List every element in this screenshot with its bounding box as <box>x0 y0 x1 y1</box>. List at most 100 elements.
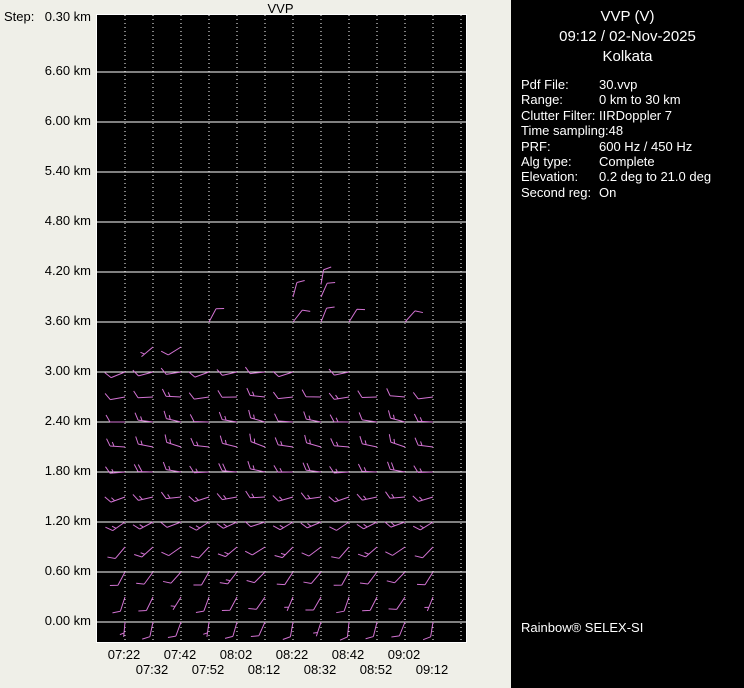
wind-barb <box>133 390 154 399</box>
wind-barb <box>193 571 210 586</box>
wind-barb <box>189 521 210 531</box>
wind-barb <box>414 546 434 559</box>
field-value: 48 <box>608 123 624 139</box>
wind-barb <box>388 434 406 448</box>
wind-barb <box>161 546 182 557</box>
wind-barb <box>276 571 294 586</box>
wind-barb <box>244 366 266 375</box>
wind-barb <box>348 308 366 323</box>
y-axis-tick: 0.60 km <box>44 563 91 578</box>
field-label: PRF: <box>521 138 551 154</box>
wind-barb <box>163 410 182 423</box>
y-axis-tick: 1.80 km <box>44 463 91 478</box>
wind-barb <box>106 438 126 448</box>
wind-barb <box>248 409 266 423</box>
field-label: Range: <box>521 92 563 108</box>
wind-barb <box>414 437 434 448</box>
wind-barb <box>282 621 294 640</box>
y-axis-tick: 6.00 km <box>44 113 91 128</box>
wind-barb <box>272 391 294 400</box>
wind-barb <box>292 279 305 298</box>
wind-barb <box>365 621 378 640</box>
y-axis-tick: 3.00 km <box>44 363 91 378</box>
step-label: Step: <box>4 9 35 24</box>
x-axis-tick: 07:42 <box>163 647 197 662</box>
y-axis-tick: 4.80 km <box>44 213 91 228</box>
panel-footer-brand: Rainbow® SELEX-SI <box>521 620 644 635</box>
wind-barb <box>104 393 126 401</box>
field-value: Complete <box>599 154 655 170</box>
wind-barb <box>328 368 350 376</box>
panel-datetime: 09:12 / 02-Nov-2025 <box>559 28 696 45</box>
y-axis-tick: 2.40 km <box>44 413 91 428</box>
wind-barb <box>164 434 182 448</box>
field-value: IIRDoppler 7 <box>599 107 672 123</box>
wind-barb <box>304 434 322 448</box>
wind-barb <box>412 392 434 400</box>
wind-barb <box>218 411 238 423</box>
wind-barb <box>331 546 350 559</box>
wind-barb <box>386 571 406 584</box>
wind-barb <box>328 496 350 503</box>
wind-barb <box>119 621 126 637</box>
wind-barb <box>329 414 350 423</box>
wind-barb <box>160 346 182 356</box>
field-value: 30.vvp <box>599 77 638 92</box>
field-value: 0 km to 30 km <box>599 92 681 108</box>
wind-barb <box>195 596 210 613</box>
wind-barb <box>134 546 154 558</box>
wind-barb <box>188 495 210 503</box>
panel-fields: Pdf File: 30.vvp Range: 0 km to 30 km Clutte… <box>521 77 744 200</box>
wind-barb <box>386 388 406 398</box>
wind-barb <box>246 387 266 398</box>
wind-barb <box>216 369 238 376</box>
wind-barb <box>359 436 378 448</box>
wind-barb <box>249 433 266 448</box>
wind-barb <box>132 369 154 377</box>
wind-barb <box>274 437 294 448</box>
wind-barb <box>357 546 378 558</box>
wind-barb <box>217 546 238 558</box>
wind-barb <box>273 465 294 473</box>
wind-barb <box>339 621 350 641</box>
wind-barb <box>216 521 238 529</box>
x-axis-tick: 08:32 <box>303 662 337 677</box>
wind-barb <box>105 414 125 423</box>
wind-barb <box>188 392 210 400</box>
wind-barb <box>330 438 350 448</box>
wind-barb <box>358 412 378 423</box>
wind-barb <box>132 494 154 501</box>
x-axis-tick: 07:52 <box>191 662 225 677</box>
wind-barb <box>274 413 294 423</box>
wind-barb <box>190 437 210 448</box>
field-row: Clutter Filter: IIRDoppler 7 <box>521 108 744 123</box>
wind-barb <box>248 596 266 610</box>
wind-barb <box>301 546 322 557</box>
panel-title: VVP (V) <box>600 8 655 25</box>
wind-barb <box>132 521 154 530</box>
wind-barb <box>272 521 294 531</box>
wind-barb <box>336 596 350 614</box>
wind-barb <box>362 596 378 612</box>
wind-barb <box>303 571 322 584</box>
x-axis-tick: 08:12 <box>247 662 281 677</box>
wind-barb <box>416 571 434 586</box>
wind-barb <box>301 389 322 398</box>
wind-barb <box>284 596 294 612</box>
field-label: Second reg: <box>521 184 592 200</box>
wind-barb <box>162 461 182 473</box>
wind-barb <box>404 310 424 323</box>
wind-barb <box>305 596 322 611</box>
wind-barb <box>160 367 182 375</box>
field-label: Alg type: <box>521 154 572 170</box>
y-axis-tick: 5.40 km <box>44 163 91 178</box>
wind-barb <box>142 621 154 640</box>
wind-barb-chart <box>97 15 466 642</box>
wind-barb <box>356 493 378 501</box>
y-axis-tick: 0.00 km <box>44 613 91 628</box>
x-axis-tick: 08:22 <box>275 647 309 662</box>
step-value: 0.30 km <box>44 9 91 24</box>
wind-barb <box>359 571 378 585</box>
wind-barb <box>133 464 154 473</box>
field-row: Alg type: Complete <box>521 154 744 169</box>
